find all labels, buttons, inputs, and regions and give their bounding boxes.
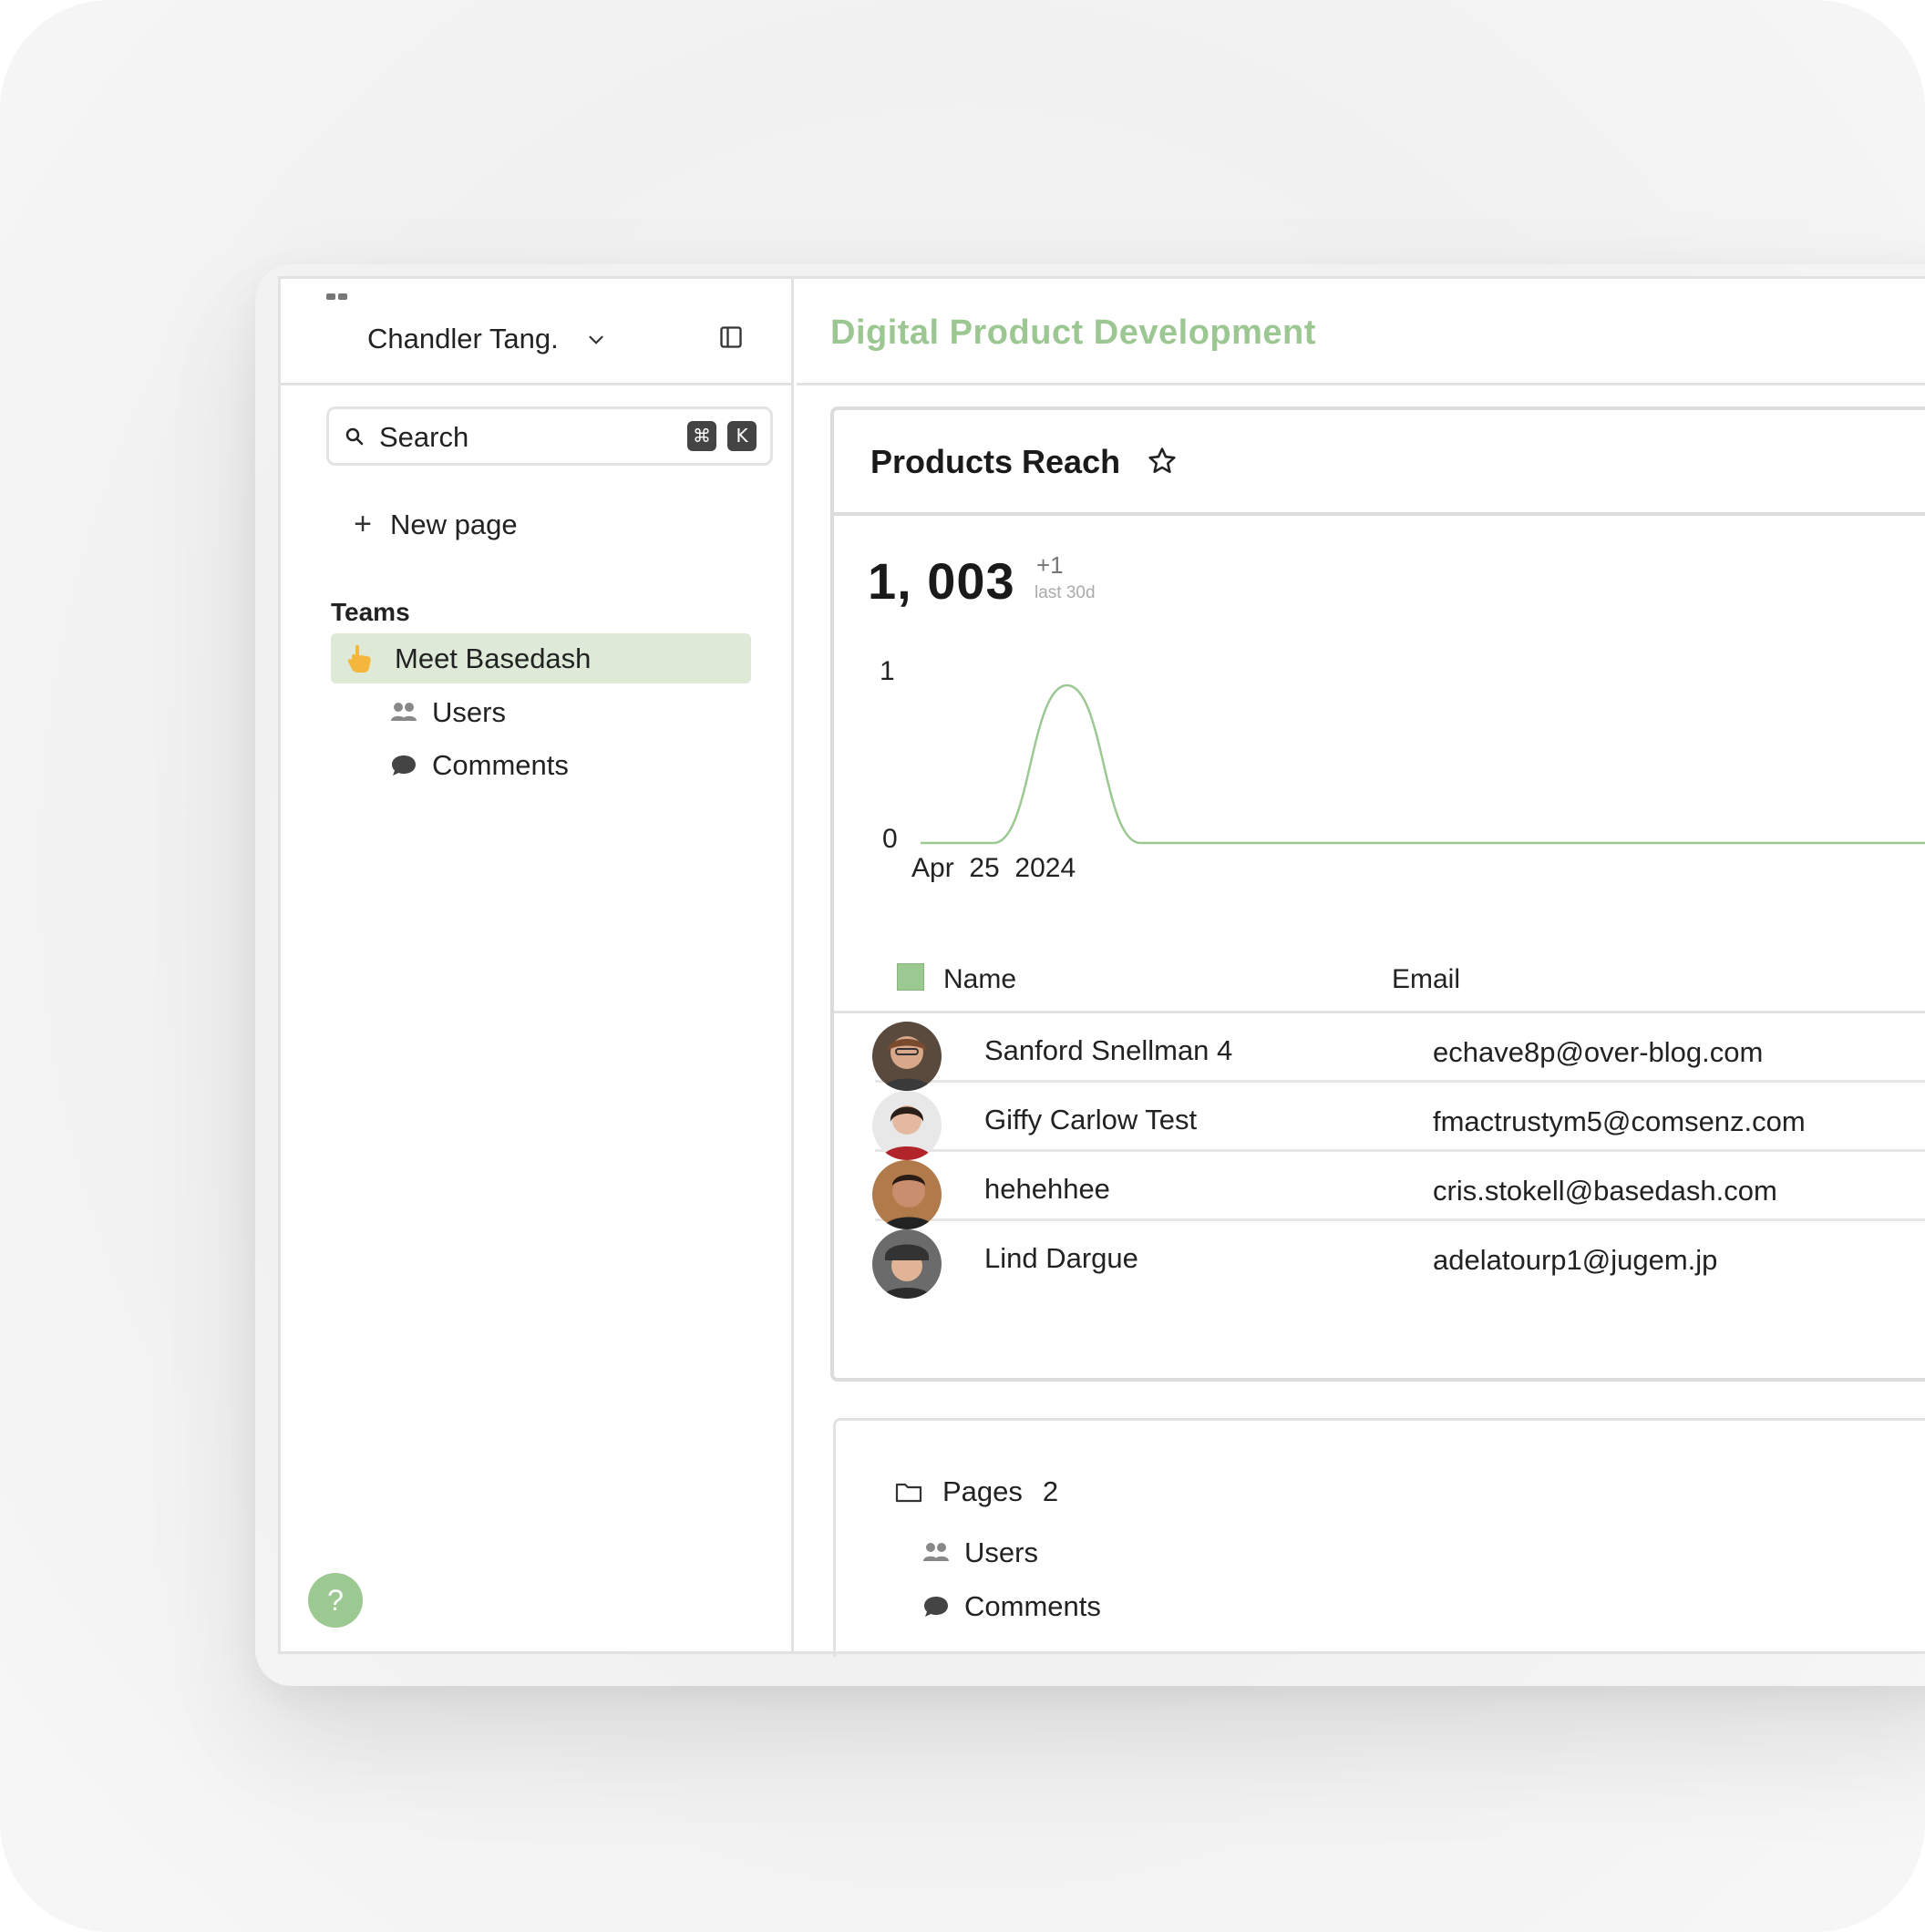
card-title: Products Reach	[870, 443, 1121, 480]
table-header: Name Email	[834, 948, 1925, 1013]
workspace-name[interactable]: Chandler Tang.	[367, 323, 559, 355]
background-frame: Chandler Tang. Search ⌘ K + New page Tea…	[0, 0, 1925, 1932]
column-header-name[interactable]: Name	[943, 964, 1016, 995]
search-label: Search	[379, 421, 469, 453]
plus-icon: +	[354, 507, 372, 541]
main-content: Digital Product Development Products Rea…	[797, 279, 1925, 1657]
pointing-hand-icon	[347, 644, 371, 673]
cell-email: cris.stokell@basedash.com	[1433, 1175, 1777, 1207]
teams-section-label: Teams	[331, 598, 410, 626]
column-header-email[interactable]: Email	[1392, 964, 1460, 995]
sidebar-item-meet-basedash[interactable]: Meet Basedash	[331, 633, 751, 683]
products-reach-card: Products Reach 1, 003 +1 last 30d 1 0 Apr …	[830, 406, 1925, 1382]
chevron-down-icon[interactable]	[584, 328, 608, 352]
sidebar-toggle-icon[interactable]	[718, 324, 744, 350]
page-item-comments[interactable]: Comments	[922, 1590, 1101, 1623]
sidebar: Chandler Tang. Search ⌘ K + New page Tea…	[281, 279, 794, 1651]
shortcut-cmd-key: ⌘	[687, 421, 716, 451]
cell-name: Lind Dargue	[984, 1242, 1138, 1274]
pages-header[interactable]: Pages 2	[895, 1475, 1058, 1508]
table-row[interactable]: Giffy Carlow Test fmactrustym5@comsenz.c…	[872, 1085, 1925, 1160]
y-tick-label: 1	[880, 656, 895, 686]
cell-email: fmactrustym5@comsenz.com	[1433, 1105, 1806, 1137]
reach-line-chart: 1 0 Apr 25 2024	[880, 656, 1925, 883]
series-line	[921, 683, 1925, 845]
new-page-label: New page	[390, 508, 518, 540]
pages-count: 2	[1042, 1475, 1059, 1507]
y-tick-label: 0	[882, 824, 898, 854]
select-all-checkbox[interactable]	[897, 963, 924, 991]
table-row[interactable]: hehehhee cris.stokell@basedash.com	[872, 1155, 1925, 1229]
cell-name: Giffy Carlow Test	[984, 1104, 1198, 1136]
comment-icon	[392, 755, 416, 776]
cell-email: adelatourp1@jugem.jp	[1433, 1244, 1718, 1276]
sidebar-header: Chandler Tang.	[281, 279, 791, 385]
users-icon	[391, 703, 417, 721]
avatar	[872, 1091, 942, 1160]
cell-name: hehehhee	[984, 1173, 1110, 1205]
sidebar-item-label: Comments	[432, 749, 569, 781]
page-title: Digital Product Development	[830, 313, 1316, 352]
app-window: Chandler Tang. Search ⌘ K + New page Tea…	[278, 276, 1925, 1657]
help-button[interactable]: ?	[308, 1573, 363, 1628]
sidebar-item-label: Meet Basedash	[395, 642, 592, 674]
cell-email: echave8p@over-blog.com	[1433, 1036, 1764, 1068]
stat-delta: +1	[1036, 551, 1064, 579]
star-icon[interactable]	[1147, 446, 1178, 477]
avatar	[872, 1229, 942, 1299]
table-row[interactable]: Sanford Snellman 4 echave8p@over-blog.co…	[872, 1016, 1925, 1091]
page-item-label: Users	[964, 1536, 1038, 1568]
shortcut-k-key: K	[727, 421, 757, 451]
page-item-users[interactable]: Users	[922, 1536, 1038, 1569]
folder-icon	[895, 1483, 922, 1503]
x-tick-label: Apr 25 2024	[911, 853, 1076, 883]
avatar	[872, 1022, 942, 1091]
pages-card: Pages 2 Users Comments	[833, 1418, 1925, 1657]
sidebar-item-users[interactable]: Users	[390, 696, 506, 729]
card-header: Products Reach	[834, 410, 1925, 516]
search-icon	[345, 427, 364, 446]
page-item-label: Comments	[964, 1590, 1101, 1622]
pages-label: Pages	[942, 1475, 1023, 1507]
stat-period: last 30d	[1035, 583, 1096, 602]
cell-name: Sanford Snellman 4	[984, 1034, 1233, 1066]
drag-handle-icon[interactable]	[326, 293, 347, 300]
sidebar-item-comments[interactable]: Comments	[390, 749, 569, 782]
table-row[interactable]: Lind Dargue adelatourp1@jugem.jp	[872, 1224, 1925, 1299]
stat-value: 1, 003	[868, 552, 1015, 610]
avatar	[872, 1160, 942, 1229]
comment-icon	[924, 1597, 948, 1617]
users-icon	[923, 1543, 949, 1561]
sidebar-item-label: Users	[432, 696, 506, 728]
main-header: Digital Product Development	[797, 279, 1925, 385]
new-page-button[interactable]: + New page	[352, 507, 518, 542]
search-input[interactable]: Search ⌘ K	[326, 406, 773, 466]
